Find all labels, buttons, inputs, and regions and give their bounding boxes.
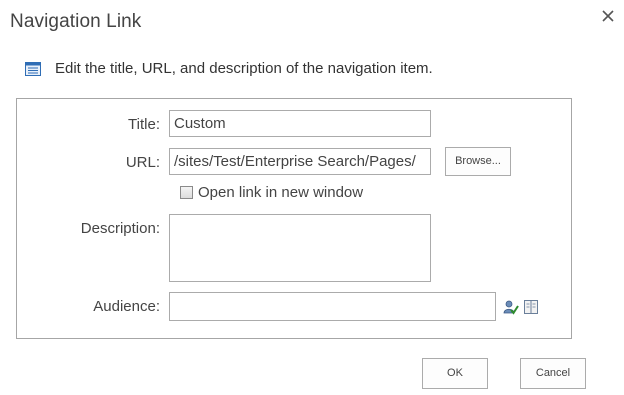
close-icon[interactable] (599, 7, 617, 25)
description-label: Description: (80, 220, 160, 237)
open-new-window-checkbox[interactable] (180, 186, 193, 199)
description-textarea[interactable] (169, 214, 431, 282)
ok-button[interactable]: OK (422, 358, 488, 389)
url-input[interactable]: /sites/Test/Enterprise Search/Pages/ (169, 148, 431, 175)
title-input[interactable]: Custom (169, 110, 431, 137)
dialog-title: Navigation Link (10, 11, 142, 32)
cancel-button[interactable]: Cancel (520, 358, 586, 389)
title-label: Title: (128, 116, 160, 133)
browse-button[interactable]: Browse... (445, 147, 511, 176)
navigation-link-dialog: Navigation Link Edit the title, URL, and… (0, 0, 624, 395)
list-icon (25, 61, 41, 76)
audience-input[interactable] (169, 292, 496, 321)
audience-label: Audience: (93, 298, 160, 315)
instruction-row: Edit the title, URL, and description of … (25, 60, 433, 77)
url-label: URL: (125, 154, 160, 171)
instruction-text: Edit the title, URL, and description of … (55, 60, 433, 77)
address-book-icon[interactable] (523, 299, 539, 315)
open-new-window-row: Open link in new window (180, 184, 363, 201)
open-new-window-label[interactable]: Open link in new window (198, 184, 363, 201)
check-names-icon[interactable] (503, 299, 519, 315)
